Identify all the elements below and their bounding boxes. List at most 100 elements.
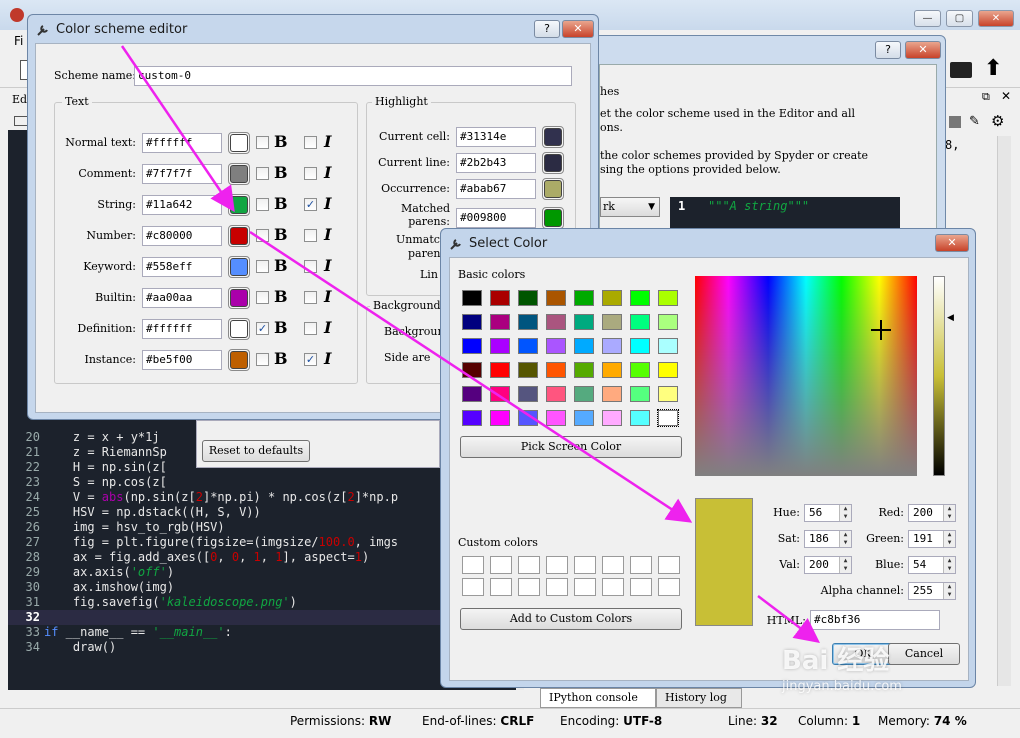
val-spinbox[interactable]: 200 ▲ ▼ [804, 556, 852, 574]
basic-color-swatch[interactable] [462, 290, 482, 306]
custom-color-slot[interactable] [462, 556, 484, 574]
basic-color-swatch[interactable] [490, 338, 510, 354]
basic-color-swatch[interactable] [518, 386, 538, 402]
italic-checkbox[interactable]: ✓ [304, 353, 317, 366]
basic-color-swatch[interactable] [462, 386, 482, 402]
text-color-swatch-button[interactable] [228, 256, 250, 278]
prefs-close-button[interactable]: ✕ [905, 41, 941, 59]
basic-color-swatch[interactable] [518, 362, 538, 378]
pane-close-icon[interactable]: ✕ [1001, 89, 1011, 103]
basic-color-swatch[interactable] [574, 290, 594, 306]
custom-color-slot[interactable] [574, 556, 596, 574]
basic-color-swatch[interactable] [490, 314, 510, 330]
basic-color-swatch[interactable] [490, 386, 510, 402]
basic-color-swatch[interactable] [518, 338, 538, 354]
highlight-color-swatch-button[interactable] [542, 152, 564, 174]
custom-color-slot[interactable] [602, 578, 624, 596]
basic-color-swatch[interactable] [602, 362, 622, 378]
pick-screen-color-button[interactable]: Pick Screen Color [460, 436, 682, 458]
text-color-swatch-button[interactable] [228, 287, 250, 309]
custom-color-slot[interactable] [658, 578, 680, 596]
basic-color-swatch[interactable] [658, 386, 678, 402]
custom-color-slot[interactable] [490, 556, 512, 574]
highlight-color-swatch-button[interactable] [542, 207, 564, 229]
basic-color-swatch[interactable] [630, 410, 650, 426]
green-spinbox[interactable]: 191 ▲ ▼ [908, 530, 956, 548]
basic-color-swatch[interactable] [574, 338, 594, 354]
cse-close-button[interactable]: ✕ [562, 20, 594, 38]
highlight-color-input[interactable]: #009800 [456, 208, 536, 228]
settings-gear-icon[interactable]: ⚙ [991, 112, 1004, 130]
basic-color-swatch[interactable] [574, 314, 594, 330]
highlight-color-input[interactable]: #2b2b43 [456, 153, 536, 173]
bold-checkbox[interactable] [256, 291, 269, 304]
highlight-color-swatch-button[interactable] [542, 126, 564, 148]
tab-ipython-console[interactable]: IPython console [540, 688, 656, 708]
basic-color-swatch[interactable] [546, 290, 566, 306]
basic-color-swatch[interactable] [602, 290, 622, 306]
scheme-select[interactable]: rk ▼ [600, 197, 660, 217]
text-color-swatch-button[interactable] [228, 163, 250, 185]
minimize-button[interactable]: — [914, 10, 941, 27]
sat-spinbox[interactable]: 186 ▲ ▼ [804, 530, 852, 548]
bold-checkbox[interactable] [256, 198, 269, 211]
prefs-help-button[interactable]: ? [875, 41, 901, 59]
maximize-button[interactable]: ▢ [946, 10, 973, 27]
clear-icon[interactable]: ✎ [969, 114, 980, 129]
spin-arrows-icon[interactable]: ▲ ▼ [943, 583, 955, 599]
custom-color-slot[interactable] [546, 578, 568, 596]
text-color-swatch-button[interactable] [228, 194, 250, 216]
scd-close-button[interactable]: ✕ [935, 234, 969, 252]
text-color-input[interactable]: #c80000 [142, 226, 222, 246]
spin-arrows-icon[interactable]: ▲ ▼ [943, 505, 955, 521]
hue-spinbox[interactable]: 56 ▲ ▼ [804, 504, 852, 522]
basic-color-swatch[interactable] [657, 409, 679, 427]
basic-color-swatch[interactable] [630, 386, 650, 402]
basic-color-swatch[interactable] [462, 338, 482, 354]
window-close-button[interactable]: ✕ [978, 10, 1014, 27]
custom-color-slot[interactable] [602, 556, 624, 574]
highlight-color-swatch-button[interactable] [542, 178, 564, 200]
custom-color-slot[interactable] [490, 578, 512, 596]
custom-color-slot[interactable] [462, 578, 484, 596]
basic-color-swatch[interactable] [574, 410, 594, 426]
basic-color-swatch[interactable] [658, 314, 678, 330]
blue-spinbox[interactable]: 54 ▲ ▼ [908, 556, 956, 574]
basic-color-swatch[interactable] [602, 386, 622, 402]
text-color-swatch-button[interactable] [228, 132, 250, 154]
scheme-name-input[interactable]: custom-0 [134, 66, 572, 86]
text-color-swatch-button[interactable] [228, 225, 250, 247]
basic-color-swatch[interactable] [630, 290, 650, 306]
italic-checkbox[interactable] [304, 322, 317, 335]
basic-color-swatch[interactable] [518, 290, 538, 306]
stop-icon[interactable] [949, 116, 961, 128]
text-color-input[interactable]: #7f7f7f [142, 164, 222, 184]
italic-checkbox[interactable] [304, 229, 317, 242]
text-color-input[interactable]: #aa00aa [142, 288, 222, 308]
text-color-input[interactable]: #558eff [142, 257, 222, 277]
basic-color-swatch[interactable] [602, 410, 622, 426]
bold-checkbox[interactable] [256, 136, 269, 149]
basic-color-swatch[interactable] [574, 386, 594, 402]
undock-icon[interactable]: ⧉ [982, 90, 990, 104]
basic-color-swatch[interactable] [462, 410, 482, 426]
basic-color-swatch[interactable] [630, 362, 650, 378]
basic-color-swatch[interactable] [518, 410, 538, 426]
italic-checkbox[interactable] [304, 167, 317, 180]
browse-folder-icon[interactable] [14, 116, 28, 126]
custom-color-slot[interactable] [658, 556, 680, 574]
italic-checkbox[interactable] [304, 136, 317, 149]
text-color-swatch-button[interactable] [228, 349, 250, 371]
basic-color-swatch[interactable] [490, 362, 510, 378]
text-color-input[interactable]: #ffffff [142, 133, 222, 153]
luminance-slider[interactable] [933, 276, 945, 476]
highlight-color-input[interactable]: #abab67 [456, 179, 536, 199]
custom-color-slot[interactable] [546, 556, 568, 574]
reset-to-defaults-button[interactable]: Reset to defaults [202, 440, 310, 462]
spin-arrows-icon[interactable]: ▲ ▼ [839, 531, 851, 547]
open-folder-icon[interactable] [950, 62, 972, 78]
spin-arrows-icon[interactable]: ▲ ▼ [943, 531, 955, 547]
basic-color-swatch[interactable] [602, 314, 622, 330]
red-spinbox[interactable]: 200 ▲ ▼ [908, 504, 956, 522]
basic-color-swatch[interactable] [658, 338, 678, 354]
